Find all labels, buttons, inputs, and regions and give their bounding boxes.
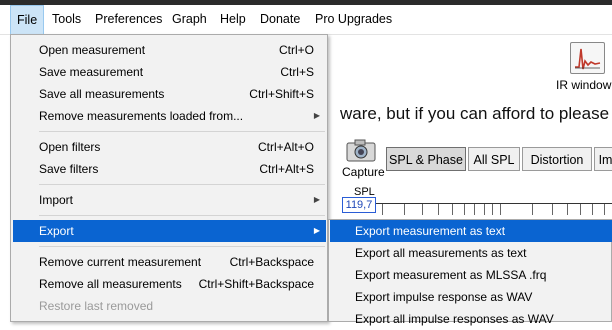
menu-item-label: Remove current measurement	[39, 255, 202, 269]
menu-item-label: Open filters	[39, 140, 101, 154]
menu-separator	[39, 184, 325, 185]
export-submenu: Export measurement as text Export all me…	[328, 219, 612, 326]
menu-item-shortcut: Ctrl+S	[280, 65, 314, 79]
submenu-item-label: Export all impulse responses as WAV	[355, 312, 554, 326]
spl-value-readout: 119,7	[342, 197, 376, 213]
donation-banner: ware, but if you can afford to please	[340, 104, 610, 123]
menu-preferences[interactable]: Preferences	[89, 5, 168, 34]
submenu-arrow-icon: ▶	[313, 111, 320, 120]
menu-item-shortcut: Ctrl+Backspace	[229, 255, 314, 269]
capture-label: Capture	[342, 165, 385, 179]
menu-separator	[39, 131, 325, 132]
submenu-arrow-icon: ▶	[313, 195, 320, 204]
menu-item-shortcut: Ctrl+Shift+Backspace	[198, 277, 314, 291]
menu-item-label: Remove all measurements	[39, 277, 182, 291]
menu-item-shortcut: Ctrl+Shift+S	[249, 87, 314, 101]
tab-distortion[interactable]: Distortion	[522, 147, 592, 171]
submenu-item-export-all-measurements-as-text[interactable]: Export all measurements as text	[330, 242, 612, 264]
camera-icon[interactable]	[345, 138, 377, 162]
menu-file[interactable]: File	[10, 5, 45, 35]
menu-item-save-all-measurements[interactable]: Save all measurements Ctrl+Shift+S	[13, 83, 326, 105]
menu-item-remove-all-measurements[interactable]: Remove all measurements Ctrl+Shift+Backs…	[13, 273, 326, 295]
menu-item-shortcut: Ctrl+Alt+O	[257, 140, 314, 154]
tab-spl-phase[interactable]: SPL & Phase	[386, 147, 466, 171]
menu-item-label: Remove measurements loaded from...	[39, 109, 244, 123]
menu-item-open-filters[interactable]: Open filters Ctrl+Alt+O	[13, 136, 326, 158]
submenu-item-export-impulse-response-as-wav[interactable]: Export impulse response as WAV	[330, 286, 612, 308]
tab-impedance[interactable]: Imp	[594, 147, 612, 171]
menu-item-save-measurement[interactable]: Save measurement Ctrl+S	[13, 61, 326, 83]
menu-graph[interactable]: Graph	[166, 5, 213, 34]
menu-item-label: Save measurement	[39, 65, 144, 79]
menu-item-label: Import	[39, 193, 74, 207]
menu-item-shortcut: Ctrl+O	[278, 43, 314, 57]
tab-all-spl[interactable]: All SPL	[468, 147, 520, 171]
menu-separator	[39, 246, 325, 247]
menu-item-save-filters[interactable]: Save filters Ctrl+Alt+S	[13, 158, 326, 180]
menu-tools[interactable]: Tools	[46, 5, 87, 34]
ir-windows-label: IR window	[556, 78, 612, 92]
menu-item-label: Open measurement	[39, 43, 146, 57]
menu-item-label: Restore last removed	[39, 299, 154, 313]
menu-item-import[interactable]: Import ▶	[13, 189, 326, 211]
menu-item-label: Save filters	[39, 162, 99, 176]
menu-donate[interactable]: Donate	[254, 5, 306, 34]
menu-item-restore-last-removed: Restore last removed	[13, 295, 326, 317]
submenu-item-export-all-impulse-responses-as-wav[interactable]: Export all impulse responses as WAV	[330, 308, 612, 330]
submenu-item-label: Export measurement as MLSSA .frq	[355, 268, 547, 282]
menu-item-open-measurement[interactable]: Open measurement Ctrl+O	[13, 39, 326, 61]
menu-item-shortcut: Ctrl+Alt+S	[259, 162, 314, 176]
menu-help[interactable]: Help	[214, 5, 252, 34]
menu-item-label: Export	[39, 224, 74, 238]
menubar: File Tools Preferences Graph Help Donate…	[0, 5, 612, 35]
submenu-item-label: Export measurement as text	[355, 224, 506, 238]
submenu-arrow-icon: ▶	[313, 226, 320, 235]
menu-separator	[39, 215, 325, 216]
menu-item-label: Save all measurements	[39, 87, 165, 101]
menu-item-remove-current-measurement[interactable]: Remove current measurement Ctrl+Backspac…	[13, 251, 326, 273]
file-menu: Open measurement Ctrl+O Save measurement…	[10, 34, 328, 322]
ir-window-icon[interactable]	[570, 42, 605, 74]
menu-pro-upgrades[interactable]: Pro Upgrades	[309, 5, 398, 34]
submenu-item-export-measurement-as-mlssa[interactable]: Export measurement as MLSSA .frq	[330, 264, 612, 286]
menu-item-remove-measurements-loaded-from[interactable]: Remove measurements loaded from... ▶	[13, 105, 326, 127]
submenu-item-label: Export impulse response as WAV	[355, 290, 533, 304]
submenu-item-export-measurement-as-text[interactable]: Export measurement as text	[330, 220, 612, 242]
menu-item-export[interactable]: Export ▶	[13, 220, 326, 242]
submenu-item-label: Export all measurements as text	[355, 246, 527, 260]
